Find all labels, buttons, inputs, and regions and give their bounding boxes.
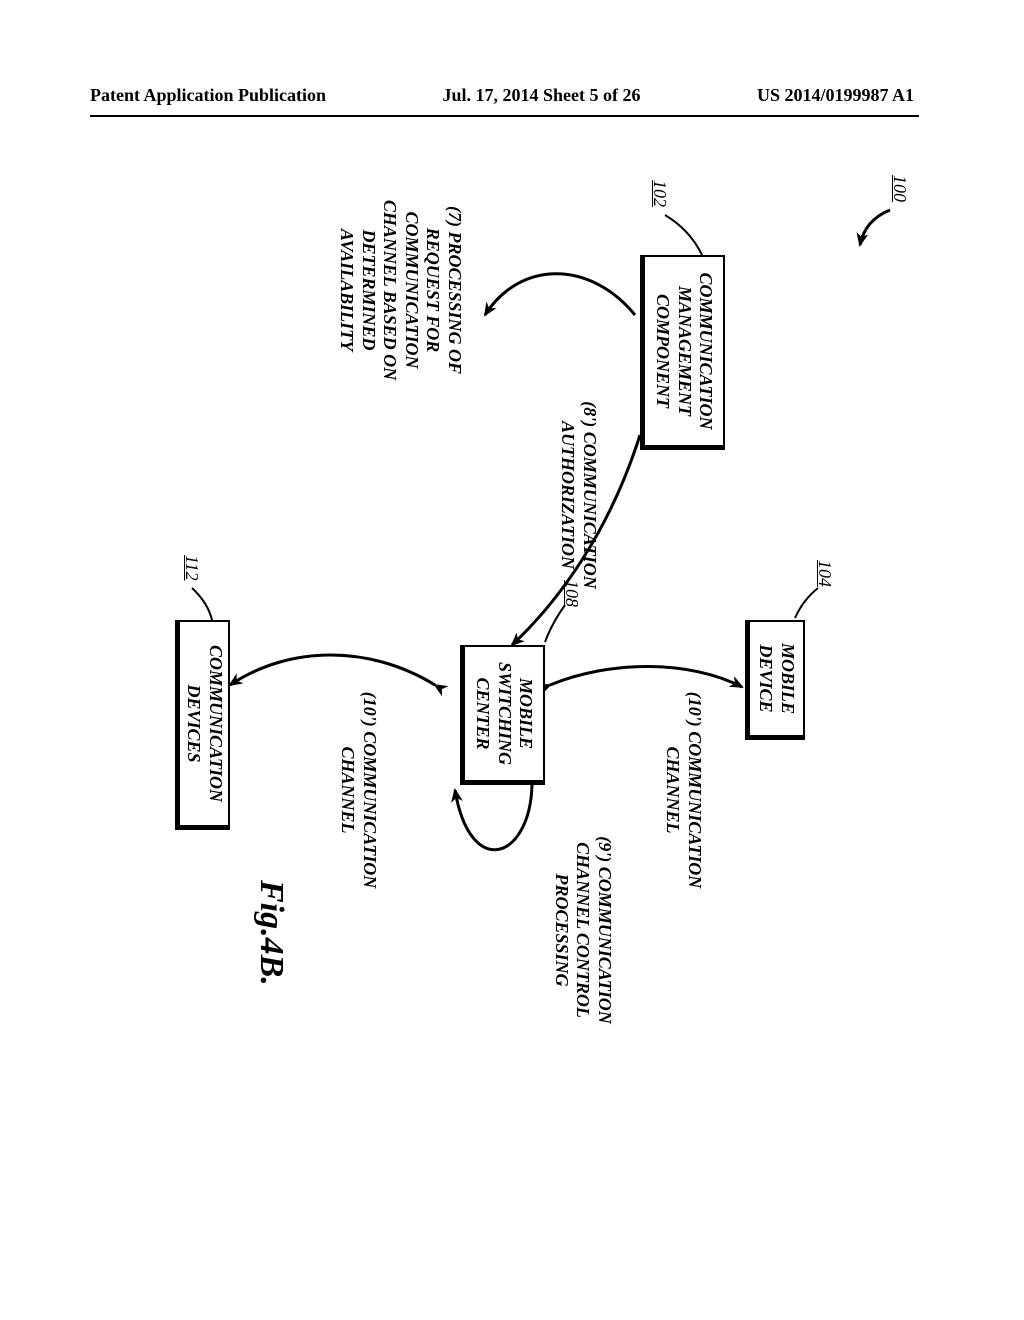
ref-100: 100 <box>889 175 910 202</box>
box-communication-management-component: COMMUNICATION MANAGEMENT COMPONENT <box>640 255 725 450</box>
figure-caption: Fig.4B. <box>252 880 290 986</box>
box-mobile-device: MOBILE DEVICE <box>745 620 805 740</box>
ref-104: 104 <box>814 560 835 587</box>
diagram-stage: COMMUNICATION MANAGEMENT COMPONENT MOBIL… <box>10 90 1010 1090</box>
ref-102: 102 <box>649 180 670 207</box>
label-step-8: (8') COMMUNICATION AUTHORIZATION <box>557 390 600 600</box>
label-step-10-upper: (10') COMMUNICATION CHANNEL <box>662 680 705 900</box>
label-step-7: (7) PROCESSING OF REQUEST FOR COMMUNICAT… <box>335 180 465 400</box>
box-mobile-switching-center: MOBILE SWITCHING CENTER <box>460 645 545 785</box>
label-step-10-lower: (10') COMMUNICATION CHANNEL <box>337 680 380 900</box>
box-communication-devices: COMMUNICATION DEVICES <box>175 620 230 830</box>
label-step-9: (9') COMMUNICATION CHANNEL CONTROL PROCE… <box>550 830 615 1030</box>
ref-112: 112 <box>181 555 202 581</box>
diagram-arrows <box>10 90 1010 1090</box>
figure-area: COMMUNICATION MANAGEMENT COMPONENT MOBIL… <box>80 160 940 1160</box>
